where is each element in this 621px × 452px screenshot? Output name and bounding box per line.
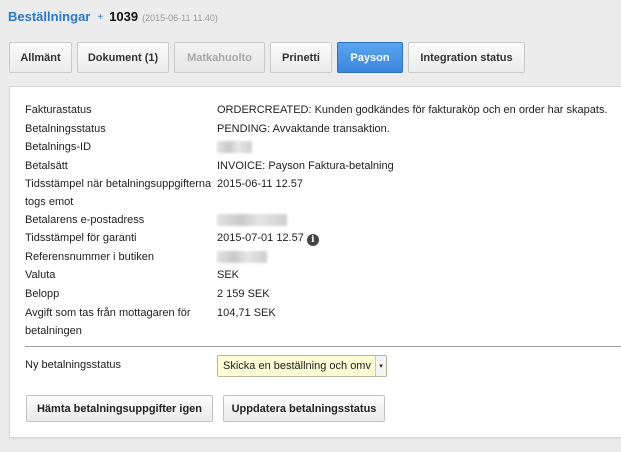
redacted-value	[217, 141, 252, 154]
field-label-fee: Avgift som tas från mottagaren för betal…	[25, 307, 191, 337]
divider	[25, 346, 621, 347]
field-label-amount: Belopp	[25, 288, 60, 300]
order-id: 1039	[109, 9, 139, 24]
field-label-store-reference: Referensnummer i butiken	[25, 251, 155, 263]
field-value-payment-id	[217, 138, 252, 156]
tab-prinetti[interactable]: Prinetti	[270, 42, 332, 73]
field-label-payment-method: Betalsätt	[25, 160, 68, 172]
field-value-amount: 2 159 SEK	[217, 288, 270, 300]
field-label-guarantee-timestamp: Tidsstämpel för garanti	[25, 232, 137, 244]
info-icon[interactable]: i	[306, 234, 319, 246]
field-value-store-reference	[217, 248, 267, 266]
tab-matkahuolto: Matkahuolto	[174, 42, 265, 73]
breadcrumb-orders-link[interactable]: Beställningar	[8, 9, 90, 24]
field-value-currency: SEK	[217, 269, 240, 281]
field-value-invoice-status: ORDERCREATED: Kunden godkändes för faktu…	[217, 104, 608, 116]
update-status-button[interactable]: Uppdatera betalningsstatus	[223, 395, 385, 422]
breadcrumb: Beställningar + 1039 (2015-06-11 11.40)	[8, 9, 218, 24]
breadcrumb-separator: +	[97, 12, 104, 23]
new-status-selected: Skicka en beställning och omv	[223, 360, 371, 372]
field-value-fee: 104,71 SEK	[217, 307, 276, 319]
tab-general[interactable]: Allmänt	[9, 42, 72, 73]
order-timestamp: (2015-06-11 11.40)	[142, 13, 218, 23]
field-value-guarantee-timestamp: 2015-07-01 12.57 i	[217, 229, 319, 247]
field-label-received-timestamp: Tidsstämpel när betalningsuppgifterna to…	[25, 178, 212, 208]
refetch-payment-button[interactable]: Hämta betalningsuppgifter igen	[26, 395, 213, 422]
field-label-payer-email: Betalarens e-postadress	[25, 214, 145, 226]
field-label-invoice-status: Fakturastatus	[25, 104, 92, 116]
field-value-payer-email	[217, 211, 287, 229]
tab-payson[interactable]: Payson	[337, 42, 403, 73]
payson-panel: Fakturastatus ORDERCREATED: Kunden godkä…	[9, 86, 621, 438]
field-label-currency: Valuta	[25, 269, 56, 281]
chevron-down-icon: ▾	[375, 356, 386, 376]
field-value-payment-method: INVOICE: Payson Faktura-betalning	[217, 160, 394, 172]
field-label-payment-status: Betalningsstatus	[25, 123, 106, 135]
tab-integration-status[interactable]: Integration status	[408, 42, 525, 73]
redacted-value	[217, 214, 287, 227]
new-status-select[interactable]: Skicka en beställning och omv ▾	[217, 355, 387, 377]
field-label-payment-id: Betalnings-ID	[25, 141, 92, 153]
redacted-value	[217, 251, 267, 264]
new-status-label: Ny betalningsstatus	[25, 359, 121, 371]
field-value-received-timestamp: 2015-06-11 12.57	[217, 178, 304, 190]
field-value-payment-status: PENDING: Avvaktande transaktion.	[217, 123, 390, 135]
tab-bar: Allmänt Dokument (1) Matkahuolto Prinett…	[9, 42, 530, 73]
tab-documents[interactable]: Dokument (1)	[77, 42, 169, 73]
